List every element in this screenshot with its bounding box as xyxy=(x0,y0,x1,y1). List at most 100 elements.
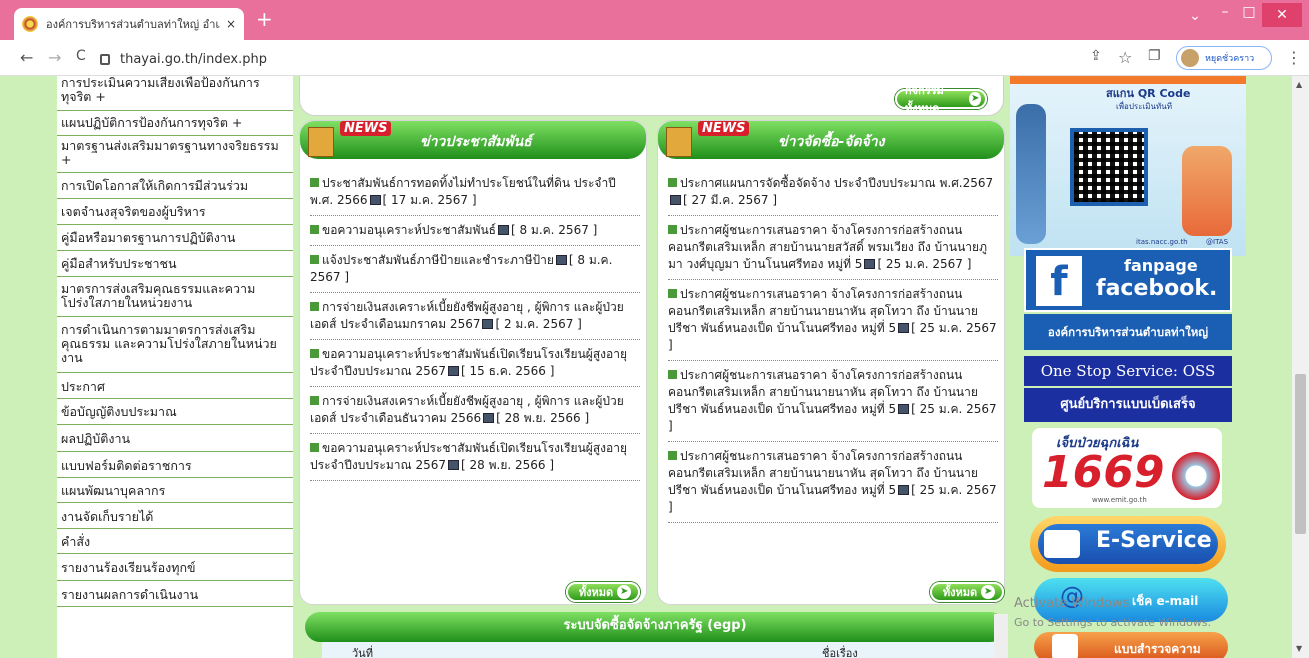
news-item[interactable]: ประชาสัมพันธ์การทอดทิ้งไม่ทำประโยชน์ในที… xyxy=(310,171,640,216)
sidebar-item-morality[interactable]: มาตรการส่งเสริมคุณธรรมและความโปร่งใสภายใ… xyxy=(57,277,293,317)
side-panel-icon[interactable]: ❐ xyxy=(1148,48,1161,64)
sidebar-item-orders[interactable]: คำสั่ง xyxy=(57,529,293,554)
bookmark-star-icon[interactable]: ☆ xyxy=(1118,48,1132,67)
egp-table-header: วันที่ ชื่อเรื่อง xyxy=(322,642,1002,658)
sidebar-item-morality-actions[interactable]: การดำเนินการตามมาตรการส่งเสริมคุณธรรม แล… xyxy=(57,317,293,373)
egp-col-subject: ชื่อเรื่อง xyxy=(822,647,858,658)
emergency-1669-banner[interactable]: เจ็บป่วยฉุกเฉิน 1669 www.emit.go.th xyxy=(1032,428,1222,508)
browser-tab[interactable]: องค์การบริหารส่วนตำบลท่าใหญ่ อำเภ × xyxy=(14,8,244,40)
maximize-button[interactable]: □ xyxy=(1234,4,1264,20)
procurement-title: ข่าวจัดซื้อ-จัดจ้าง xyxy=(778,134,885,150)
all-activities-button[interactable]: กิจกรรมทั้งหมด ➤ xyxy=(895,84,987,115)
arrow-icon: ➤ xyxy=(617,585,632,599)
news-item[interactable]: การจ่ายเงินสงเคราะห์เบี้ยยังชีพผู้สูงอาย… xyxy=(310,389,640,434)
news-item-date: [ 25 ม.ค. 2567 ] xyxy=(877,257,972,271)
reload-button[interactable]: C xyxy=(76,48,86,64)
sidebar-item-anticorruption-plan[interactable]: แผนปฏิบัติการป้องกันการทุจริต + xyxy=(57,111,293,136)
new-tab-button[interactable]: + xyxy=(256,9,273,29)
pr-news-list: ประชาสัมพันธ์การทอดทิ้งไม่ทำประโยชน์ในที… xyxy=(310,171,640,483)
activate-windows-subtitle: Go to Settings to activate Windows. xyxy=(1014,616,1212,629)
news-building-icon: NEWS xyxy=(304,121,394,159)
back-button[interactable]: ← xyxy=(20,48,33,67)
facebook-icon: f xyxy=(1036,256,1082,306)
itas-qr-banner[interactable]: สแกน QR Code เพื่อประเมินทันที itas.nacc… xyxy=(1010,76,1246,256)
news-badge: NEWS xyxy=(698,121,750,136)
sidebar-item-hr-plan[interactable]: แผนพัฒนาบุคลากร xyxy=(57,478,293,503)
news-item-date: [ 8 ม.ค. 2567 ] xyxy=(510,223,598,237)
tab-close-icon[interactable]: × xyxy=(226,17,236,31)
news-item[interactable]: การจ่ายเงินสงเคราะห์เบี้ยยังชีพผู้สูงอาย… xyxy=(310,295,640,340)
scroll-up-icon[interactable]: ▲ xyxy=(1296,80,1302,89)
arrow-icon: ➤ xyxy=(969,92,981,106)
site-favicon-icon xyxy=(22,16,38,32)
clipboard-icon xyxy=(1052,634,1078,658)
news-item[interactable]: ขอความอนุเคราะห์ประชาสัมพันธ์เปิดเรียนโร… xyxy=(310,436,640,481)
sidebar-item-performance[interactable]: ผลปฏิบัติงาน xyxy=(57,425,293,452)
pr-news-title: ข่าวประชาสัมพันธ์ xyxy=(420,134,532,150)
news-item[interactable]: ประกาศผู้ชนะการเสนอราคา จ้างโครงการก่อสร… xyxy=(668,218,998,280)
sidebar-item-budget[interactable]: ข้อบัญญัติงบประมาณ xyxy=(57,399,293,425)
browser-menu-icon[interactable]: ⋮ xyxy=(1286,48,1302,67)
sidebar-item-manual-standard[interactable]: คู่มือหรือมาตรฐานการปฏิบัติงาน xyxy=(57,225,293,251)
sidebar-item-forms[interactable]: แบบฟอร์มติดต่อราชการ xyxy=(57,452,293,478)
floppy-disk-icon xyxy=(898,323,910,333)
url-field[interactable]: thayai.go.th/index.php xyxy=(100,46,1100,72)
sidebar-item-announcement[interactable]: ประกาศ xyxy=(57,373,293,399)
news-item[interactable]: ประกาศผู้ชนะการเสนอราคา จ้างโครงการก่อสร… xyxy=(668,282,998,361)
eservice-banner[interactable]: E-Service xyxy=(1030,516,1226,572)
forward-button[interactable]: → xyxy=(48,48,61,67)
survey-banner[interactable]: แบบสำรวจความ xyxy=(1034,632,1228,658)
news-item[interactable]: ประกาศผู้ชนะการเสนอราคา จ้างโครงการก่อสร… xyxy=(668,363,998,442)
sidebar-item-ethics[interactable]: มาตรฐานส่งเสริมมาตรฐานทางจริยธรรม + xyxy=(57,136,293,173)
page-scrollbar[interactable]: ▲ ▼ xyxy=(1292,76,1309,658)
rescue-helmet-icon xyxy=(1172,452,1220,500)
pr-news-all-button[interactable]: ทั้งหมด ➤ xyxy=(566,582,640,602)
oss-sub-banner[interactable]: ศูนย์บริการแบบเบ็ดเสร็จ xyxy=(1024,388,1232,422)
inner-scrollbar[interactable] xyxy=(994,614,1008,658)
scrollbar-thumb[interactable] xyxy=(1295,374,1306,534)
news-item[interactable]: ประกาศผู้ชนะการเสนอราคา จ้างโครงการก่อสร… xyxy=(668,444,998,523)
sidebar-item-complaints[interactable]: รายงานร้องเรียนร้องทุกข์ xyxy=(57,554,293,581)
email-label: เช็ค e-mail xyxy=(1132,594,1199,608)
scroll-down-icon[interactable]: ▼ xyxy=(1296,644,1302,653)
sidebar-item-citizen-manual[interactable]: คู่มือสำหรับประชาชน xyxy=(57,251,293,277)
sidebar-item-revenue[interactable]: งานจัดเก็บรายได้ xyxy=(57,503,293,529)
bullet-icon xyxy=(310,443,319,452)
bullet-icon xyxy=(668,451,677,460)
computer-icon xyxy=(1044,530,1080,558)
sidebar-item-risk[interactable]: การประเมินความเสี่ยงเพื่อป้องกันการทุจริ… xyxy=(57,76,293,111)
news-item[interactable]: ขอความอนุเคราะห์ประชาสัมพันธ์ [ 8 ม.ค. 25… xyxy=(310,218,640,246)
pr-news-box: NEWS ข่าวประชาสัมพันธ์ ประชาสัมพันธ์การท… xyxy=(299,120,647,605)
bullet-icon xyxy=(310,349,319,358)
floppy-disk-icon xyxy=(448,460,460,470)
news-item-date: [ 27 มี.ค. 2567 ] xyxy=(683,193,777,207)
window-close-button[interactable]: ✕ xyxy=(1262,3,1302,27)
qr-code-icon xyxy=(1070,128,1148,206)
procurement-all-button[interactable]: ทั้งหมด ➤ xyxy=(930,582,1004,602)
news-item[interactable]: แจ้งประชาสัมพันธ์ภาษีป้ายและชำระภาษีป้าย… xyxy=(310,248,640,293)
procurement-list: ประกาศแผนการจัดซื้อจัดจ้าง ประจำปีงบประม… xyxy=(668,171,998,525)
org-name-banner[interactable]: องค์การบริหารส่วนตำบลท่าใหญ่ xyxy=(1024,314,1232,350)
bullet-icon xyxy=(310,396,319,405)
sidebar-menu: การประเมินความเสี่ยงเพื่อป้องกันการทุจริ… xyxy=(57,76,293,658)
sidebar-item-intent[interactable]: เจตจำนงสุจริตของผู้บริหาร xyxy=(57,199,293,225)
news-item[interactable]: ขอความอนุเคราะห์ประชาสัมพันธ์เปิดเรียนโร… xyxy=(310,342,640,387)
news-building-icon: NEWS xyxy=(662,121,752,159)
oss-banner[interactable]: One Stop Service: OSS xyxy=(1024,356,1232,386)
tab-search-chevron-icon[interactable]: ⌄ xyxy=(1180,8,1210,24)
news-item-date: [ 28 พ.ย. 2566 ] xyxy=(496,411,590,425)
emergency-number: 1669 xyxy=(1042,447,1165,498)
avatar xyxy=(1181,49,1199,67)
all-activities-label: กิจกรรมทั้งหมด xyxy=(905,84,944,115)
person-figure-icon xyxy=(1016,104,1046,244)
floppy-disk-icon xyxy=(898,485,910,495)
news-item[interactable]: ประกาศแผนการจัดซื้อจัดจ้าง ประจำปีงบประม… xyxy=(668,171,998,216)
news-item-text: ขอความอนุเคราะห์ประชาสัมพันธ์ xyxy=(322,223,496,237)
arrow-icon: ➤ xyxy=(981,585,996,599)
sidebar-item-results[interactable]: รายงานผลการดำเนินงาน xyxy=(57,581,293,607)
procurement-box: NEWS ข่าวจัดซื้อ-จัดจ้าง ประกาศแผนการจัด… xyxy=(657,120,1005,605)
profile-button[interactable]: หยุดชั่วคราว xyxy=(1176,46,1272,70)
share-icon[interactable]: ⇪ xyxy=(1090,48,1102,64)
sidebar-item-participation[interactable]: การเปิดโอกาสให้เกิดการมีส่วนร่วม xyxy=(57,173,293,199)
facebook-fanpage-banner[interactable]: f fanpage facebook. xyxy=(1024,248,1232,312)
